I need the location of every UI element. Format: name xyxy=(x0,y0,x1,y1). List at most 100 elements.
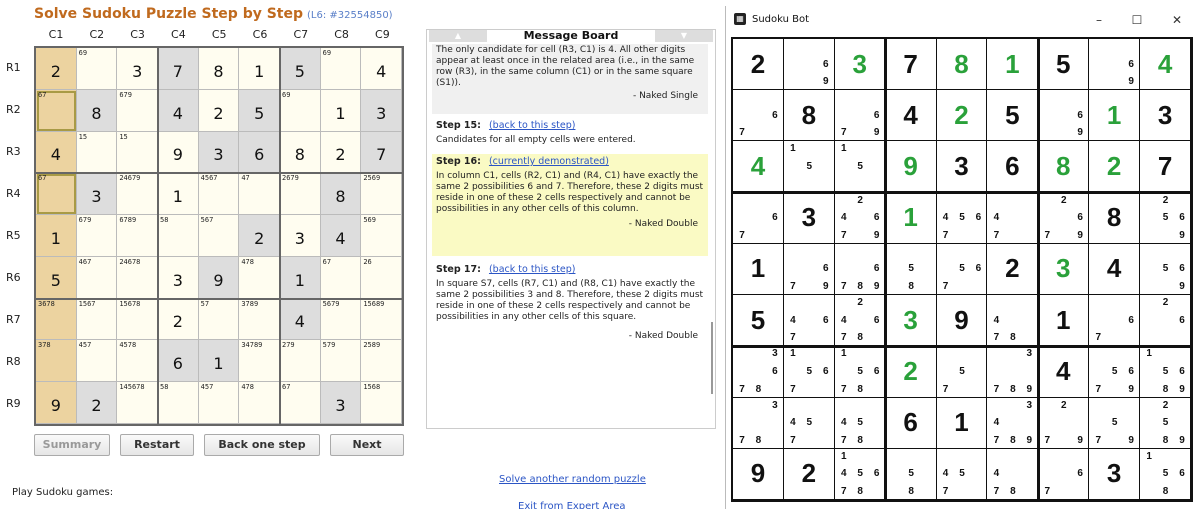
grid-cell[interactable]: 478 xyxy=(239,382,280,424)
grid-cell[interactable]: 1 xyxy=(280,256,321,299)
grid-cell[interactable]: 1 xyxy=(198,340,240,383)
grid-cell[interactable]: 15 xyxy=(76,131,118,174)
step-15-back-link[interactable]: (back to this step) xyxy=(489,120,575,131)
grid-cell[interactable]: 4 xyxy=(36,131,77,174)
grid-cell[interactable]: 9 xyxy=(198,256,240,299)
close-button[interactable]: ✕ xyxy=(1164,11,1190,29)
grid-cell[interactable]: 3678 xyxy=(36,298,77,341)
grid-cell[interactable]: 3789 xyxy=(239,298,280,341)
restart-button[interactable]: Restart xyxy=(120,434,194,456)
grid-cell[interactable]: 57 xyxy=(198,298,240,341)
step-16-current-link[interactable]: (currently demonstrated) xyxy=(489,156,609,167)
grid-cell[interactable]: 2 xyxy=(76,382,118,424)
grid-cell[interactable]: 569 xyxy=(361,215,402,257)
grid-cell[interactable]: 2 xyxy=(158,298,199,341)
grid-cell[interactable]: 15678 xyxy=(117,298,158,341)
grid-cell[interactable]: 5 xyxy=(280,48,321,90)
grid-cell[interactable]: 8 xyxy=(280,131,321,174)
random-puzzle-link[interactable]: Solve another random puzzle xyxy=(499,474,646,485)
grid-cell[interactable]: 3 xyxy=(117,48,158,90)
grid-cell[interactable]: 9 xyxy=(36,382,77,424)
grid-cell[interactable]: 4 xyxy=(361,48,402,90)
grid-cell[interactable]: 1567 xyxy=(76,298,118,341)
grid-cell[interactable]: 2 xyxy=(36,48,77,90)
grid-cell[interactable]: 8 xyxy=(198,48,240,90)
grid-cell[interactable]: 478 xyxy=(239,256,280,299)
grid-cell[interactable]: 5 xyxy=(36,256,77,299)
grid-cell[interactable]: 3 xyxy=(158,256,199,299)
next-button[interactable]: Next xyxy=(330,434,404,456)
grid-cell[interactable]: 69 xyxy=(76,48,118,90)
back-one-step-button[interactable]: Back one step xyxy=(204,434,320,456)
grid-cell[interactable]: 8 xyxy=(320,173,362,216)
grid-cell[interactable]: 457 xyxy=(76,340,118,383)
grid-cell[interactable]: 4 xyxy=(158,89,199,132)
grid-cell[interactable]: 24678 xyxy=(117,256,158,299)
grid-cell[interactable]: 26 xyxy=(361,256,402,299)
grid-cell[interactable]: 1 xyxy=(36,215,77,257)
grid-cell[interactable]: 467 xyxy=(76,256,118,299)
grid-cell[interactable]: 3 xyxy=(320,382,362,424)
grid-cell[interactable]: 3 xyxy=(280,215,321,257)
grid-cell[interactable]: 67 xyxy=(320,256,362,299)
grid-cell[interactable]: 2 xyxy=(239,215,280,257)
grid-cell[interactable]: 679 xyxy=(76,215,118,257)
grid-cell[interactable]: 4 xyxy=(280,298,321,341)
grid-cell[interactable]: 3 xyxy=(361,89,402,132)
grid-cell[interactable]: 145678 xyxy=(117,382,158,424)
grid-cell[interactable]: 7 xyxy=(361,131,402,174)
grid-cell[interactable]: 579 xyxy=(320,340,362,383)
scroll-down-icon[interactable]: ▼ xyxy=(655,30,713,42)
grid-cell[interactable]: 15689 xyxy=(361,298,402,341)
grid-cell[interactable]: 679 xyxy=(117,89,158,132)
grid-cell[interactable]: 2589 xyxy=(361,340,402,383)
grid-cell[interactable]: 58 xyxy=(158,382,199,424)
grid-cell[interactable]: 1568 xyxy=(361,382,402,424)
cell-value: 2 xyxy=(213,103,224,123)
summary-button[interactable]: Summary xyxy=(34,434,110,456)
scroll-up-icon[interactable]: ▲ xyxy=(429,30,487,42)
grid-cell[interactable]: 1 xyxy=(158,173,199,216)
grid-cell[interactable]: 4578 xyxy=(117,340,158,383)
bot-pencil-mark: 8 xyxy=(1010,332,1016,344)
grid-cell[interactable]: 5679 xyxy=(320,298,362,341)
maximize-button[interactable]: ☐ xyxy=(1124,11,1150,29)
grid-cell[interactable]: 567 xyxy=(198,215,240,257)
minimize-button[interactable]: – xyxy=(1086,11,1112,29)
grid-cell[interactable]: 3 xyxy=(76,173,118,216)
grid-cell[interactable]: 7 xyxy=(158,48,199,90)
step-17-back-link[interactable]: (back to this step) xyxy=(489,264,575,275)
grid-cell[interactable]: 8 xyxy=(76,89,118,132)
grid-cell[interactable]: 1 xyxy=(239,48,280,90)
grid-cell[interactable]: 58 xyxy=(158,215,199,257)
grid-cell[interactable]: 69 xyxy=(320,48,362,90)
grid-cell[interactable]: 69 xyxy=(280,89,321,132)
grid-cell[interactable]: 47 xyxy=(239,173,280,216)
grid-cell[interactable]: 4 xyxy=(320,215,362,257)
grid-cell[interactable]: 2 xyxy=(320,131,362,174)
bot-cell: 7 xyxy=(885,39,937,91)
grid-cell[interactable]: 378 xyxy=(36,340,77,383)
grid-cell[interactable]: 457 xyxy=(198,382,240,424)
grid-cell[interactable]: 34789 xyxy=(239,340,280,383)
grid-cell[interactable]: 3 xyxy=(198,131,240,174)
grid-cell[interactable]: 6 xyxy=(158,340,199,383)
grid-cell[interactable]: 2569 xyxy=(361,173,402,216)
grid-cell[interactable]: 279 xyxy=(280,340,321,383)
bot-cell: 4 xyxy=(733,141,784,193)
grid-cell[interactable]: 15 xyxy=(117,131,158,174)
grid-cell[interactable]: 24679 xyxy=(117,173,158,216)
grid-cell[interactable]: 6 xyxy=(239,131,280,174)
grid-cell[interactable]: 5 xyxy=(239,89,280,132)
grid-cell[interactable]: 2 xyxy=(198,89,240,132)
exit-expert-area-link[interactable]: Exit from Expert Area xyxy=(518,501,626,509)
grid-cell[interactable]: 9 xyxy=(158,131,199,174)
grid-cell[interactable]: 6789 xyxy=(117,215,158,257)
grid-cell[interactable]: 67 xyxy=(280,382,321,424)
message-board-scrollbar[interactable] xyxy=(711,322,713,394)
grid-cell[interactable]: 4567 xyxy=(198,173,240,216)
grid-cell[interactable]: 67 xyxy=(36,89,77,132)
grid-cell[interactable]: 1 xyxy=(320,89,362,132)
grid-cell[interactable]: 67 xyxy=(36,173,77,216)
grid-cell[interactable]: 2679 xyxy=(280,173,321,216)
